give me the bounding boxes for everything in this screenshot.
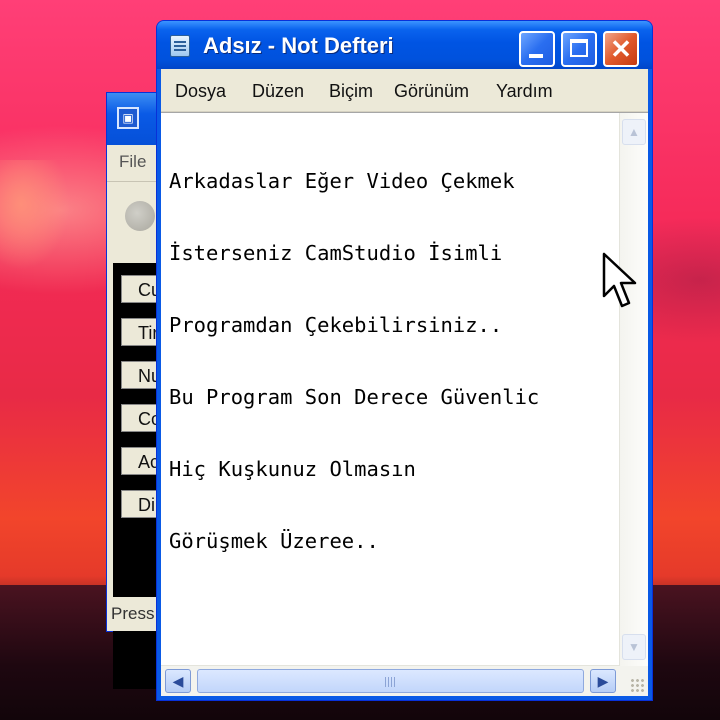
- text-line: İsterseniz CamStudio İsimli: [169, 241, 503, 265]
- scroll-right-button[interactable]: ▶: [590, 669, 616, 693]
- text-line: Arkadaslar Eğer Video Çekmek: [169, 169, 515, 193]
- horizontal-scrollbar[interactable]: ◀ ▶: [161, 665, 620, 696]
- menu-bicim[interactable]: Biçim: [329, 81, 373, 102]
- minimize-icon: [529, 54, 543, 58]
- scroll-left-button[interactable]: ◀: [165, 669, 191, 693]
- minimize-button[interactable]: [519, 31, 555, 67]
- text-editor[interactable]: Arkadaslar Eğer Video Çekmek İsterseniz …: [161, 112, 648, 696]
- scroll-up-button[interactable]: ▲: [622, 119, 646, 145]
- text-line: Hiç Kuşkunuz Olmasın: [169, 457, 416, 481]
- horizontal-scroll-thumb[interactable]: [197, 669, 584, 693]
- window-title: Adsız - Not Defteri: [203, 33, 394, 58]
- text-line: Görüşmek Üzeree..: [169, 529, 379, 553]
- notepad-window[interactable]: Adsız - Not Defteri ✕ Dosya Düzen Biçim …: [156, 20, 653, 701]
- maximize-icon: [570, 39, 588, 57]
- menu-yardim[interactable]: Yardım: [496, 81, 553, 102]
- vertical-scrollbar[interactable]: ▲ ▼: [619, 113, 648, 666]
- notepad-icon: [170, 35, 190, 57]
- text-content[interactable]: Arkadaslar Eğer Video Çekmek İsterseniz …: [169, 121, 609, 671]
- grip-icon: [384, 677, 397, 687]
- menu-gorunum[interactable]: Görünüm: [394, 81, 469, 102]
- menu-duzen[interactable]: Düzen: [252, 81, 304, 102]
- desktop-background-cloud: [0, 160, 70, 270]
- text-line: Programdan Çekebilirsiniz..: [169, 313, 503, 337]
- menu-bar: Dosya Düzen Biçim Görünüm Yardım: [161, 69, 648, 112]
- camstudio-menu-file[interactable]: File: [119, 152, 146, 172]
- maximize-button[interactable]: [561, 31, 597, 67]
- text-line: Bu Program Son Derece Güvenlic: [169, 385, 540, 409]
- close-icon: ✕: [610, 34, 632, 64]
- close-button[interactable]: ✕: [603, 31, 639, 67]
- notepad-titlebar[interactable]: Adsız - Not Defteri ✕: [157, 21, 652, 69]
- mouse-pointer-icon: [602, 252, 637, 308]
- resize-grip[interactable]: [620, 666, 648, 696]
- menu-dosya[interactable]: Dosya: [175, 81, 226, 102]
- camstudio-app-icon: ▣: [117, 107, 139, 129]
- camstudio-record-button[interactable]: [125, 201, 155, 231]
- scroll-down-button[interactable]: ▼: [622, 634, 646, 660]
